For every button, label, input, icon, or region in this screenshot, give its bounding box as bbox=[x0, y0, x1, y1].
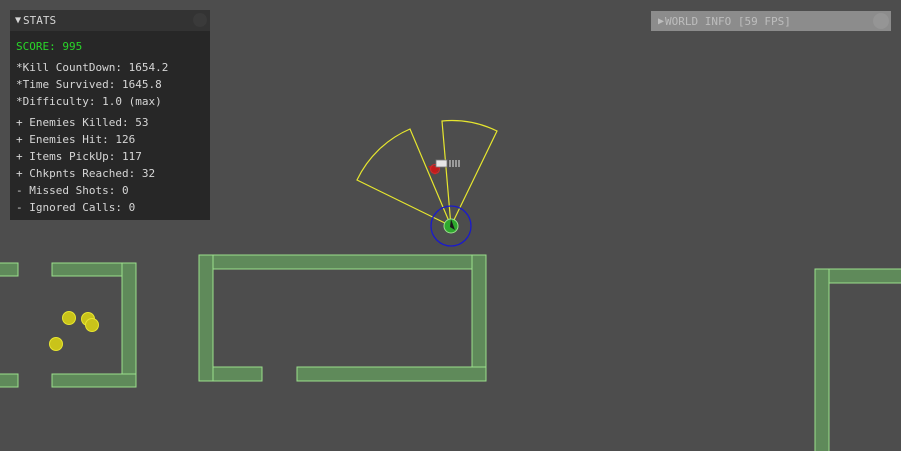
wall bbox=[814, 268, 830, 451]
close-icon[interactable] bbox=[873, 13, 889, 29]
wall bbox=[121, 262, 137, 388]
wall bbox=[198, 254, 214, 382]
enemies-killed: + Enemies Killed: 53 bbox=[16, 116, 149, 129]
enemy bbox=[428, 159, 460, 175]
player bbox=[430, 205, 472, 247]
stats-panel: ▼ STATS SCORE: 995 *Kill CountDown: 1654… bbox=[10, 10, 210, 220]
stats-title: STATS bbox=[23, 14, 57, 27]
missed-shots: - Missed Shots: 0 bbox=[16, 184, 129, 197]
wall bbox=[0, 262, 19, 277]
pickup-coin bbox=[62, 311, 76, 325]
score-value: SCORE: 995 bbox=[16, 40, 83, 53]
wall bbox=[198, 254, 487, 270]
stats-panel-header[interactable]: ▼ STATS bbox=[10, 10, 210, 31]
wall bbox=[212, 366, 263, 382]
kill-countdown: *Kill CountDown: 1654.2 bbox=[16, 61, 169, 74]
wall bbox=[0, 373, 19, 388]
difficulty: *Difficulty: 1.0 (max) bbox=[16, 95, 162, 108]
pickups bbox=[49, 311, 99, 351]
world-info-title: WORLD INFO [59 FPS] bbox=[665, 14, 791, 28]
pickup-coin bbox=[49, 337, 63, 351]
enemy-vision-cone bbox=[356, 119, 498, 229]
wall bbox=[471, 254, 487, 382]
world-info-panel[interactable]: ▶ WORLD INFO [59 FPS] bbox=[651, 11, 891, 31]
pickup-coin bbox=[85, 318, 99, 332]
expand-arrow-icon[interactable]: ▶ bbox=[658, 16, 664, 27]
ignored-calls: - Ignored Calls: 0 bbox=[16, 201, 136, 214]
wall bbox=[51, 373, 137, 388]
enemy-health-bar bbox=[435, 159, 448, 168]
wall bbox=[296, 366, 487, 382]
items-pickup: + Items PickUp: 117 bbox=[16, 150, 142, 163]
close-icon[interactable] bbox=[193, 13, 207, 27]
checkpoints-reached: + Chkpnts Reached: 32 bbox=[16, 167, 156, 180]
collapse-arrow-icon[interactable]: ▼ bbox=[15, 15, 21, 26]
walls bbox=[0, 254, 901, 451]
enemies-hit: + Enemies Hit: 126 bbox=[16, 133, 136, 146]
time-survived: *Time Survived: 1645.8 bbox=[16, 78, 162, 91]
